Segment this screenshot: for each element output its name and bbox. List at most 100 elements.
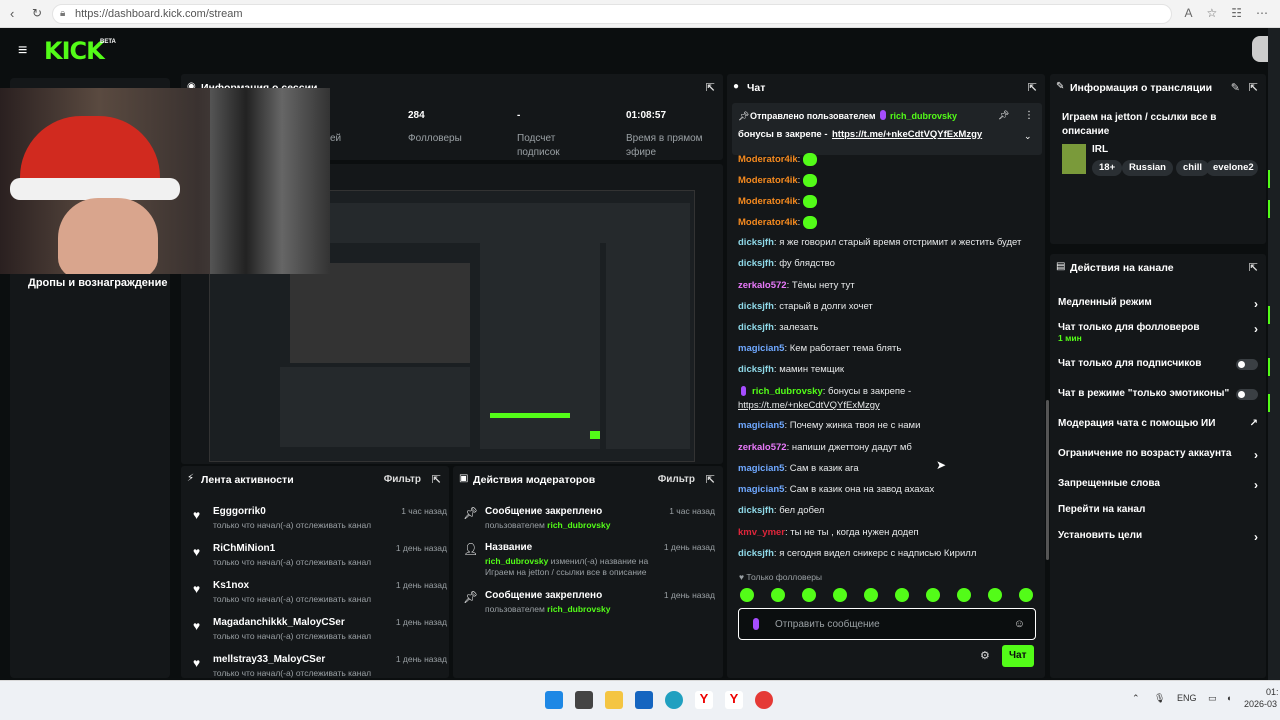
chat-username[interactable]: dicksjfh — [738, 237, 774, 248]
mod-filter-button[interactable]: Фильтр — [658, 474, 695, 485]
extensions-icon[interactable]: ⋯ — [1256, 6, 1268, 20]
quick-emote-icon[interactable] — [895, 588, 909, 602]
chat-username[interactable]: magician5 — [738, 343, 784, 354]
chat-username[interactable]: dicksjfh — [738, 322, 774, 333]
chevron-right-icon[interactable]: › — [1254, 297, 1258, 311]
activity-username[interactable]: RiChMiNion1 — [213, 543, 275, 554]
address-bar[interactable]: 🔒︎ https://dashboard.kick.com/stream — [52, 4, 1172, 24]
chat-username[interactable]: magician5 — [738, 420, 784, 431]
chat-username[interactable]: rich_dubrovsky — [752, 386, 823, 397]
start-icon[interactable] — [545, 691, 563, 709]
popout-icon[interactable]: ⇱ — [432, 473, 441, 486]
chat-username[interactable]: dicksjfh — [738, 505, 774, 516]
activity-filter-button[interactable]: Фильтр — [384, 474, 421, 485]
toggle-switch[interactable] — [1236, 359, 1258, 370]
chat-username[interactable]: magician5 — [738, 463, 784, 474]
file-explorer-icon[interactable] — [605, 691, 623, 709]
category-thumbnail[interactable] — [1062, 144, 1086, 174]
quick-emote-icon[interactable] — [926, 588, 940, 602]
popout-icon[interactable]: ⇱ — [1249, 81, 1258, 94]
activity-username[interactable]: mellstray33_MaloyCSer — [213, 654, 325, 665]
channel-action-row[interactable]: Установить цели › — [1058, 530, 1258, 544]
popout-icon[interactable]: ⇱ — [1249, 261, 1258, 274]
favorites-icon[interactable]: ☷ — [1231, 6, 1242, 20]
send-chat-button[interactable]: Чат — [1002, 645, 1034, 667]
chat-settings-gear-icon[interactable]: ⚙ — [980, 649, 990, 662]
chat-username[interactable]: dicksjfh — [738, 301, 774, 312]
channel-action-row[interactable]: Перейти на канал — [1058, 504, 1258, 515]
stream-tag[interactable]: 18+ — [1092, 160, 1123, 176]
chat-scrollbar[interactable] — [1046, 400, 1049, 560]
quick-emote-icon[interactable] — [957, 588, 971, 602]
quick-emote-icon[interactable] — [740, 588, 754, 602]
channel-action-row[interactable]: Модерация чата с помощью ИИ ↗ — [1058, 418, 1258, 429]
unpin-icon[interactable]: 📌︎ — [998, 110, 1009, 121]
chat-username[interactable]: Moderator4ik — [738, 154, 798, 165]
language-indicator[interactable]: ENG — [1177, 693, 1197, 703]
activity-username[interactable]: Magadanchikkk_MaloyCSer — [213, 617, 345, 628]
chat-username[interactable]: Moderator4ik — [738, 175, 798, 186]
chat-message-input[interactable]: Отправить сообщение ☺ — [738, 608, 1036, 640]
channel-action-row[interactable]: Чат только для фолловеров 1 мин › — [1058, 322, 1258, 343]
stream-tag[interactable]: Russian — [1122, 160, 1173, 176]
quick-emote-icon[interactable] — [833, 588, 847, 602]
channel-action-row[interactable]: Запрещенные слова › — [1058, 478, 1258, 492]
edge-icon[interactable] — [665, 691, 683, 709]
tray-chevron-icon[interactable]: ⌃ — [1132, 693, 1140, 704]
chevron-down-icon[interactable]: ⌄ — [1024, 131, 1032, 142]
channel-action-row[interactable]: Ограничение по возрасту аккаунта › — [1058, 448, 1258, 462]
chat-username[interactable]: zerkalo572 — [738, 280, 787, 291]
chevron-right-icon[interactable]: › — [1254, 478, 1258, 492]
activity-username[interactable]: Egggorrik0 — [213, 506, 266, 517]
chat-username[interactable]: dicksjfh — [738, 548, 774, 559]
chat-username[interactable]: kmv_ymer — [738, 527, 785, 538]
read-aloud-icon[interactable]: A — [1184, 6, 1192, 20]
edit-icon[interactable]: ✎ — [1231, 81, 1240, 94]
user-avatar[interactable] — [1252, 36, 1268, 62]
volume-icon[interactable]: ◖ — [1226, 693, 1231, 703]
activity-username[interactable]: Ks1nox — [213, 580, 249, 591]
kick-logo[interactable]: KICK — [44, 37, 105, 65]
chat-username[interactable]: zerkalo572 — [738, 442, 787, 453]
app-icon[interactable] — [755, 691, 773, 709]
channel-action-row[interactable]: Чат только для подписчиков — [1058, 358, 1258, 370]
chat-username[interactable]: Moderator4ik — [738, 217, 798, 228]
popout-icon[interactable]: ⇱ — [706, 81, 715, 94]
clock-time[interactable]: 01: — [1266, 687, 1279, 697]
quick-emote-icon[interactable] — [988, 588, 1002, 602]
favorite-icon[interactable]: ☆ — [1206, 6, 1217, 20]
more-icon[interactable]: ⋮ — [1024, 110, 1034, 121]
yandex-browser-icon[interactable]: Y — [725, 691, 743, 709]
quick-emote-icon[interactable] — [771, 588, 785, 602]
task-view-icon[interactable] — [575, 691, 593, 709]
popout-icon[interactable]: ⇱ — [1028, 81, 1037, 94]
chat-username[interactable]: dicksjfh — [738, 258, 774, 269]
reload-icon[interactable]: ↻ — [32, 6, 42, 20]
store-icon[interactable] — [635, 691, 653, 709]
quick-emote-icon[interactable] — [1019, 588, 1033, 602]
drops-rewards-label[interactable]: Дропы и вознаграждение — [28, 277, 167, 289]
chevron-right-icon[interactable]: › — [1254, 448, 1258, 462]
pinned-user[interactable]: rich_dubrovsky — [890, 111, 957, 121]
chat-username[interactable]: magician5 — [738, 484, 784, 495]
stream-tag[interactable]: chill — [1176, 160, 1210, 176]
emoji-icon[interactable]: ☺ — [1014, 618, 1025, 630]
chat-username[interactable]: Moderator4ik — [738, 196, 798, 207]
mic-icon[interactable]: 🎙︎ — [1154, 693, 1165, 704]
chat-username[interactable]: dicksjfh — [738, 364, 774, 375]
quick-emote-icon[interactable] — [864, 588, 878, 602]
chevron-right-icon[interactable]: › — [1254, 322, 1258, 336]
chat-text[interactable]: https://t.me/+nkeCdtVQYfExMzgy — [738, 400, 880, 411]
toggle-switch[interactable] — [1236, 389, 1258, 400]
quick-emote-icon[interactable] — [802, 588, 816, 602]
stream-tag[interactable]: evelone2 — [1206, 160, 1258, 176]
clock-date[interactable]: 2026-03 — [1244, 699, 1277, 709]
yandex-icon[interactable]: Y — [695, 691, 713, 709]
back-icon[interactable]: ‹ — [10, 6, 14, 21]
pinned-link[interactable]: https://t.me/+nkeCdtVQYfExMzgy — [832, 129, 982, 140]
chevron-right-icon[interactable]: › — [1254, 530, 1258, 544]
menu-icon[interactable]: ≡ — [18, 42, 27, 60]
channel-action-row[interactable]: Медленный режим › — [1058, 297, 1258, 311]
network-icon[interactable]: ▭ — [1208, 693, 1217, 704]
category-name[interactable]: IRL — [1092, 144, 1108, 155]
